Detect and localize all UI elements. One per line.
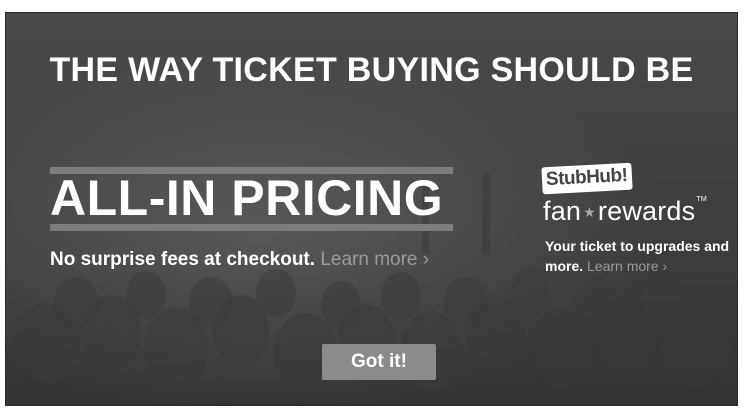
- stubhub-logo: StubHub!: [541, 162, 634, 195]
- fan-rewards-logo: fan ★rewardsTM: [543, 196, 707, 227]
- fan-rewards-word-fan: fan: [543, 196, 582, 226]
- fan-rewards-word-rewards: rewards: [597, 196, 696, 226]
- all-in-pricing-title: ALL-IN PRICING: [50, 170, 444, 226]
- all-in-pricing-text: No surprise fees at checkout.: [50, 249, 316, 270]
- got-it-button[interactable]: Got it!: [322, 344, 436, 380]
- promo-modal: THE WAY TICKET BUYING SHOULD BE ALL-IN P…: [6, 13, 737, 405]
- trademark-mark: TM: [696, 196, 707, 203]
- star-icon: ★: [583, 204, 596, 221]
- all-in-pricing-subtitle: No surprise fees at checkout. Learn more…: [50, 249, 429, 271]
- promo-headline: THE WAY TICKET BUYING SHOULD BE: [49, 51, 694, 89]
- all-in-learn-more-link[interactable]: Learn more ›: [320, 249, 429, 270]
- divider-bottom: [50, 224, 453, 231]
- stubhub-logo-text: StubHub!: [541, 162, 634, 195]
- fan-rewards-subtitle: Your ticket to upgrades and more. Learn …: [545, 236, 735, 276]
- fan-rewards-learn-more-link[interactable]: Learn more ›: [587, 258, 667, 274]
